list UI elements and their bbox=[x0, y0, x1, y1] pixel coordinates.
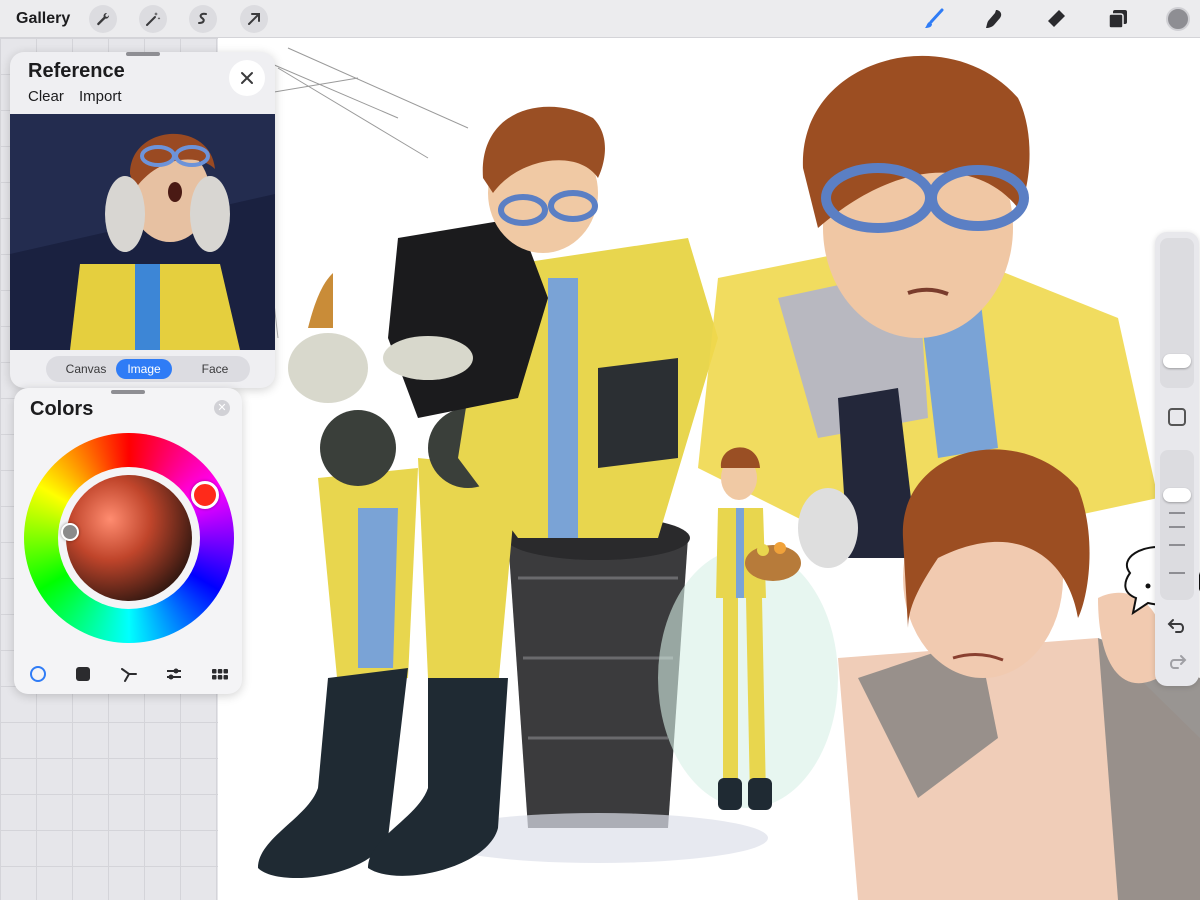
reference-title: Reference bbox=[28, 60, 125, 82]
reference-clear-button[interactable]: Clear bbox=[28, 88, 64, 105]
brush-icon[interactable] bbox=[920, 5, 948, 33]
brush-opacity-knob[interactable] bbox=[1163, 488, 1191, 502]
brush-opacity-slider[interactable] bbox=[1160, 450, 1194, 600]
reference-image bbox=[10, 114, 275, 350]
tab-face[interactable]: Face bbox=[186, 359, 244, 379]
close-icon[interactable]: ✕ bbox=[214, 400, 230, 416]
hue-selector[interactable] bbox=[191, 481, 219, 509]
opacity-tick bbox=[1169, 572, 1185, 574]
reference-grabber[interactable] bbox=[126, 52, 160, 56]
value-mode-icon[interactable] bbox=[163, 663, 185, 685]
palettes-mode-icon[interactable] bbox=[209, 663, 231, 685]
colors-panel: Colors ✕ bbox=[14, 388, 242, 694]
top-toolbar: Gallery bbox=[0, 0, 1200, 38]
opacity-tick bbox=[1169, 544, 1185, 546]
magic-wand-icon[interactable] bbox=[139, 5, 167, 33]
modify-square-button[interactable] bbox=[1168, 408, 1186, 426]
selection-icon[interactable] bbox=[189, 5, 217, 33]
brush-sliders-sidebar bbox=[1155, 232, 1199, 686]
close-icon[interactable] bbox=[229, 60, 265, 96]
drawing-canvas[interactable] bbox=[218, 38, 1200, 900]
colors-grabber[interactable] bbox=[111, 390, 145, 394]
eraser-icon[interactable] bbox=[1042, 5, 1070, 33]
wrench-icon[interactable] bbox=[89, 5, 117, 33]
tab-image[interactable]: Image bbox=[116, 359, 172, 379]
classic-mode-icon[interactable] bbox=[72, 663, 94, 685]
smudge-icon[interactable] bbox=[980, 5, 1008, 33]
harmony-mode-icon[interactable] bbox=[118, 663, 140, 685]
disc-mode-icon[interactable] bbox=[27, 663, 49, 685]
transform-arrow-icon[interactable] bbox=[240, 5, 268, 33]
reference-panel: Reference Clear Import Canvas Image Face bbox=[10, 52, 275, 388]
reference-mode-selector: Canvas Image Face bbox=[46, 356, 250, 382]
opacity-tick bbox=[1169, 512, 1185, 514]
redo-icon[interactable] bbox=[1165, 650, 1189, 674]
color-selector[interactable] bbox=[61, 523, 79, 541]
opacity-tick bbox=[1169, 526, 1185, 528]
layers-icon[interactable] bbox=[1104, 5, 1132, 33]
artwork-illustration bbox=[237, 47, 1200, 900]
undo-icon[interactable] bbox=[1165, 614, 1189, 638]
colors-title: Colors bbox=[30, 398, 94, 420]
color-swatch[interactable] bbox=[1166, 7, 1190, 31]
brush-size-knob[interactable] bbox=[1163, 354, 1191, 368]
saturation-brightness-disc[interactable] bbox=[66, 475, 192, 601]
reference-import-button[interactable]: Import bbox=[79, 88, 122, 105]
gallery-button[interactable]: Gallery bbox=[16, 10, 70, 28]
tab-canvas[interactable]: Canvas bbox=[50, 359, 122, 379]
